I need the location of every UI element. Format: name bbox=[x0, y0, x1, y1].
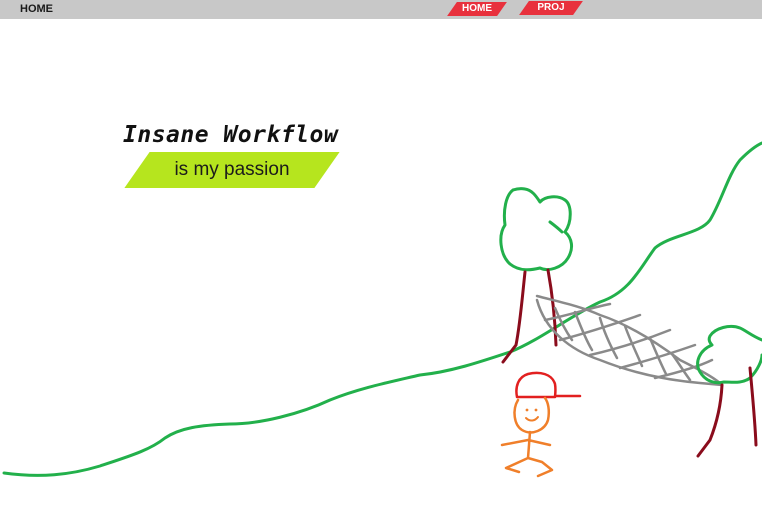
page-title: Insane Workflow bbox=[123, 122, 339, 148]
person-body bbox=[500, 430, 554, 478]
hill-line bbox=[2, 141, 762, 477]
tree-canopy-left bbox=[499, 187, 574, 272]
subtitle-text: is my passion bbox=[174, 159, 290, 180]
hand-drawn-illustration bbox=[2, 141, 762, 478]
top-nav-bar: HOME HOME PROJ bbox=[0, 0, 762, 19]
person-cap bbox=[515, 371, 582, 399]
tree-trunk-left-a bbox=[501, 270, 527, 364]
tree-trunk-right-b bbox=[748, 366, 758, 447]
person-eye-left bbox=[525, 408, 529, 412]
tree-canopy-right bbox=[696, 324, 762, 385]
tab-projects-label: PROJ bbox=[537, 2, 565, 13]
tab-projects[interactable]: PROJ bbox=[519, 1, 583, 15]
tab-home[interactable]: HOME bbox=[447, 2, 507, 16]
person-eye-right bbox=[534, 408, 538, 412]
tree-canopy-left-branch bbox=[548, 220, 564, 234]
person-head bbox=[513, 396, 551, 434]
person-mouth bbox=[525, 416, 539, 422]
tab-home-label: HOME bbox=[462, 3, 492, 14]
subtitle-banner: is my passion bbox=[124, 152, 340, 188]
tree-trunk-left-b bbox=[546, 268, 558, 347]
tree-trunk-right-a bbox=[696, 383, 724, 458]
hammock-net bbox=[535, 294, 724, 387]
home-link[interactable]: HOME bbox=[20, 3, 53, 15]
